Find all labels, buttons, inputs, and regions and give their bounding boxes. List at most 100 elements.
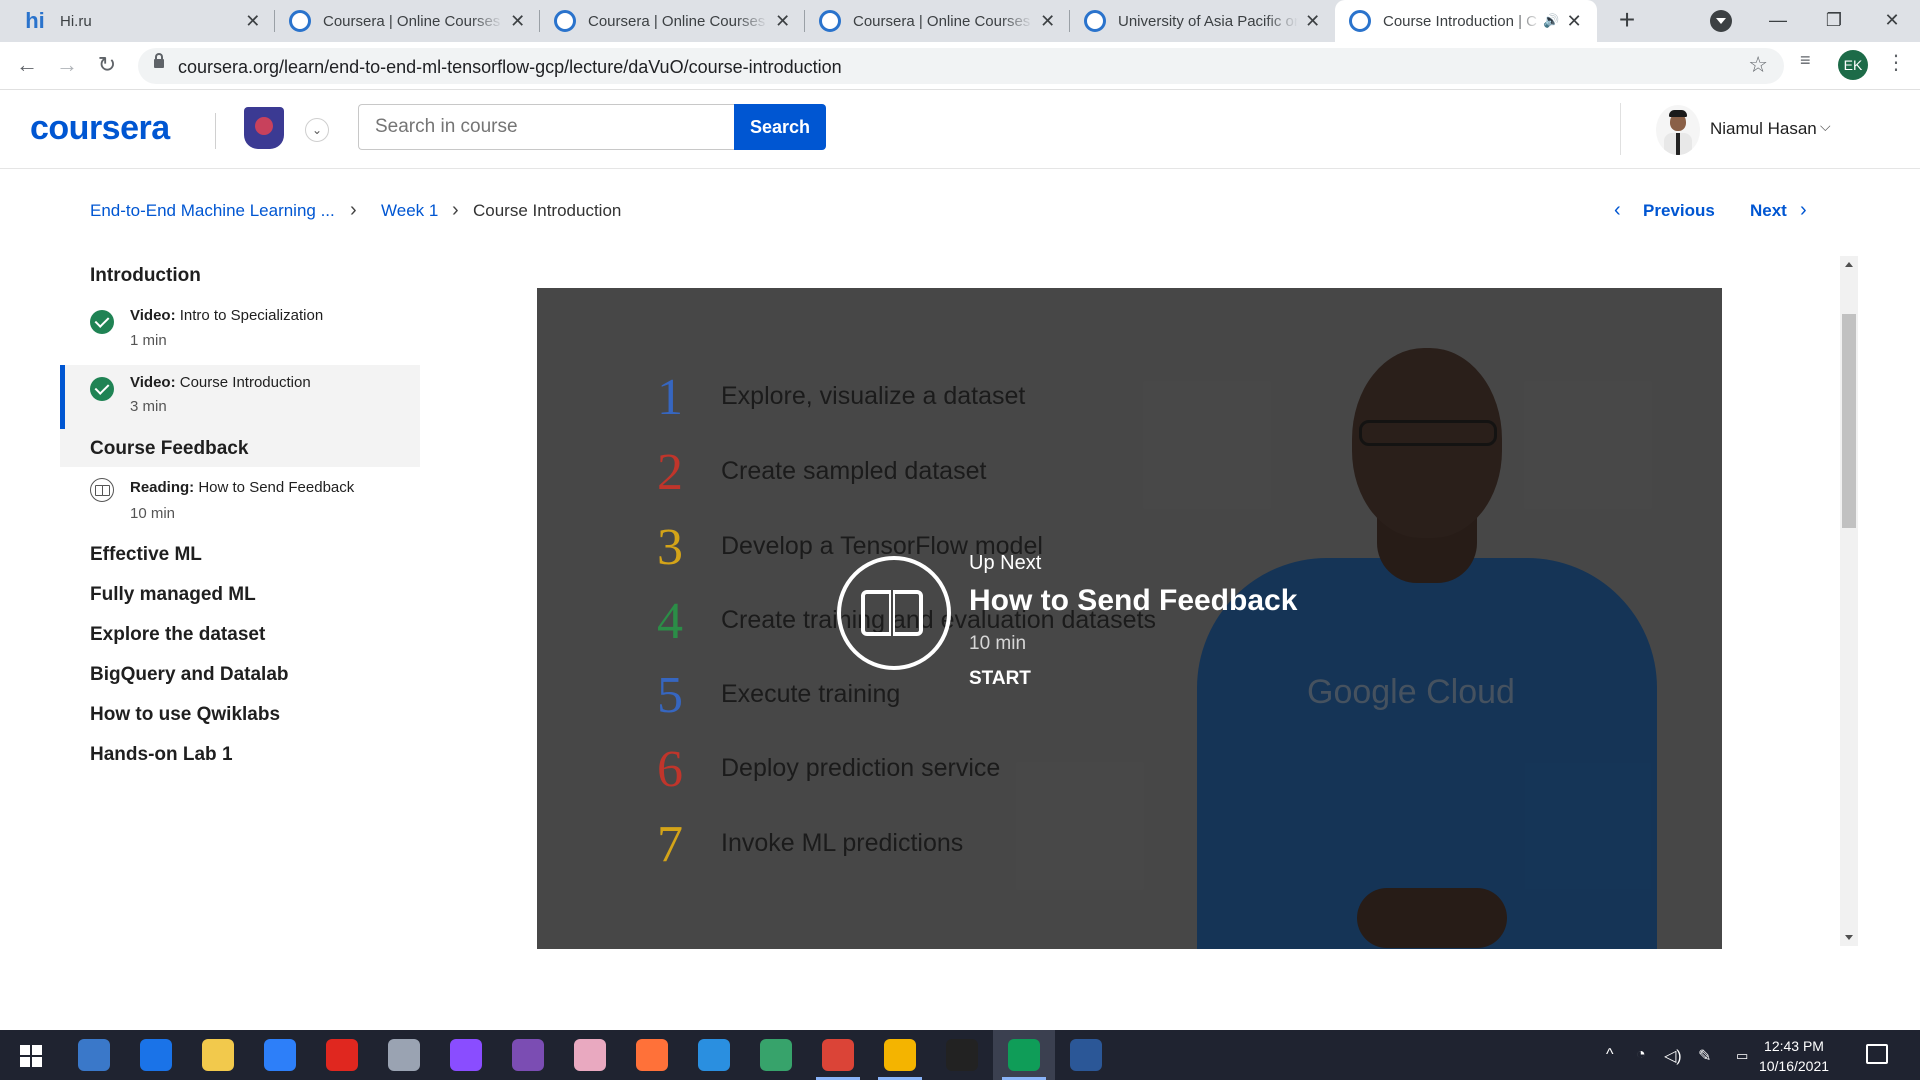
start-pane [20, 1045, 30, 1055]
video-player[interactable]: Google Cloud 1 Explore, visualize a data… [537, 288, 1722, 949]
coursera-icon [1349, 10, 1371, 32]
tab-title: Coursera | Online Courses & Cr [323, 12, 503, 30]
word-icon[interactable] [1070, 1039, 1102, 1071]
qbittorrent-icon[interactable] [78, 1039, 110, 1071]
tab-title: Hi.ru [60, 12, 92, 30]
close-tab-icon[interactable]: ✕ [509, 11, 526, 32]
lock-icon[interactable] [154, 53, 164, 68]
user-avatar[interactable] [1656, 105, 1700, 155]
taskbar-clock[interactable]: 12:43 PM 10/16/2021 [1742, 1036, 1846, 1076]
start-button[interactable]: START [969, 668, 1031, 690]
restore-icon[interactable]: ❐ [1804, 0, 1864, 42]
scrollbar-thumb[interactable] [1842, 314, 1856, 528]
browser-profile-avatar[interactable]: EK [1838, 50, 1868, 80]
browser-tab[interactable]: Coursera | Online Courses & Cr ✕ [540, 0, 805, 42]
search-button[interactable]: Search [734, 104, 826, 150]
scroll-down-arrow-icon[interactable] [1845, 935, 1853, 940]
pen-icon[interactable]: ✎ [1698, 1046, 1711, 1066]
clock-date: 10/16/2021 [1758, 1058, 1830, 1074]
sidebar-item-how-to-send-feedback[interactable]: Reading: How to Send Feedback 10 min [60, 470, 420, 532]
address-bar[interactable]: coursera.org/learn/end-to-end-ml-tensorf… [138, 48, 1784, 84]
chrome-icon[interactable] [822, 1039, 854, 1071]
windows-start-icon[interactable] [20, 1045, 42, 1067]
firefox-icon[interactable] [636, 1039, 668, 1071]
browser-tab[interactable]: Coursera | Online Courses & Cr ✕ [805, 0, 1070, 42]
file-explorer-icon[interactable] [202, 1039, 234, 1071]
notification-icon[interactable] [1866, 1044, 1888, 1064]
page-scrollbar[interactable] [1840, 256, 1858, 946]
show-hidden-icons-icon[interactable]: ^ [1606, 1046, 1614, 1064]
vscode-icon[interactable] [698, 1039, 730, 1071]
module-introduction[interactable]: Introduction [90, 265, 201, 287]
module-course-feedback[interactable]: Course Feedback [90, 438, 248, 460]
github-desktop-icon[interactable] [512, 1039, 544, 1071]
chevron-right-icon[interactable]: › [1800, 199, 1807, 222]
volume-icon[interactable]: ◁) [1664, 1046, 1682, 1066]
chevron-down-icon[interactable]: ⌄ [305, 118, 329, 142]
tab-search-icon[interactable] [1710, 10, 1732, 32]
close-window-icon[interactable]: ✕ [1862, 0, 1920, 42]
paint-app-icon[interactable] [574, 1039, 606, 1071]
mail-icon[interactable] [264, 1039, 296, 1071]
opera-icon[interactable] [326, 1039, 358, 1071]
windows-taskbar: ^ ◔ ◁) ✎ ▭ 12:43 PM 10/16/2021 [0, 1030, 1920, 1080]
close-tab-icon[interactable]: ✕ [245, 11, 261, 32]
close-tab-icon[interactable]: ✕ [1565, 11, 1583, 32]
reading-list-icon[interactable]: ≡ [1800, 50, 1811, 71]
edge-legacy-icon[interactable] [140, 1039, 172, 1071]
item-duration: 3 min [130, 398, 167, 415]
browser-tab-strip: hi Hi.ru ✕ Coursera | Online Courses & C… [0, 0, 1920, 42]
network-icon[interactable]: ◔ [1636, 1046, 1646, 1064]
hi-logo-icon: hi [25, 8, 45, 33]
book-page-right [893, 590, 923, 636]
open-book-icon[interactable] [837, 556, 951, 670]
reload-icon[interactable]: ↻ [92, 50, 122, 80]
satellite-app-icon[interactable] [388, 1039, 420, 1071]
breadcrumb-course[interactable]: End-to-End Machine Learning ... [90, 201, 335, 221]
forward-arrow-icon[interactable]: → [52, 50, 82, 80]
minimize-icon[interactable]: — [1748, 0, 1808, 42]
close-tab-icon[interactable]: ✕ [1039, 11, 1056, 32]
browser-tab-active[interactable]: Course Introduction | C 🔊 ✕ [1335, 0, 1597, 42]
start-pane [20, 1057, 30, 1067]
module-explore-the-dataset[interactable]: Explore the dataset [90, 624, 265, 646]
browser-tab[interactable]: hi Hi.ru ✕ [0, 0, 275, 42]
browser-toolbar: ← → ↻ coursera.org/learn/end-to-end-ml-t… [0, 42, 1920, 90]
chrome-profile-icon[interactable] [884, 1039, 916, 1071]
browser-tab[interactable]: University of Asia Pacific on Co ✕ [1070, 0, 1335, 42]
module-how-to-use-qwiklabs[interactable]: How to use Qwiklabs [90, 704, 280, 726]
coursera-logo[interactable]: coursera [30, 109, 170, 148]
header-divider [1620, 103, 1621, 155]
university-logo[interactable] [244, 107, 284, 149]
messenger-icon[interactable] [450, 1039, 482, 1071]
browser-tab[interactable]: Coursera | Online Courses & Cr ✕ [275, 0, 540, 42]
close-tab-icon[interactable]: ✕ [1304, 11, 1321, 32]
sidebar-item-course-introduction[interactable]: Video: Course Introduction 3 min [60, 365, 420, 429]
new-tab-button[interactable]: + [1612, 6, 1642, 36]
coursera-icon [554, 10, 576, 32]
edge-icon[interactable] [760, 1039, 792, 1071]
user-name[interactable]: Niamul Hasan [1710, 119, 1817, 139]
module-effective-ml[interactable]: Effective ML [90, 544, 202, 566]
url-text[interactable]: coursera.org/learn/end-to-end-ml-tensorf… [178, 57, 842, 78]
terminal-icon[interactable] [946, 1039, 978, 1071]
module-fully-managed-ml[interactable]: Fully managed ML [90, 584, 256, 606]
speaker-icon[interactable]: 🔊 [1543, 13, 1559, 29]
chrome-ek-icon[interactable] [1008, 1039, 1040, 1071]
close-tab-icon[interactable]: ✕ [774, 11, 791, 32]
bookmark-star-icon[interactable]: ☆ [1748, 52, 1768, 78]
back-arrow-icon[interactable]: ← [12, 50, 42, 80]
module-hands-on-lab-1[interactable]: Hands-on Lab 1 [90, 744, 233, 766]
sidebar-item-intro-to-specialization[interactable]: Video: Intro to Specialization 1 min [60, 298, 420, 360]
chevron-down-icon[interactable]: ⌵ [1820, 118, 1831, 135]
coursera-icon [1084, 10, 1106, 32]
chevron-left-icon[interactable]: ‹ [1614, 199, 1621, 222]
course-search-input[interactable] [358, 104, 734, 150]
module-bigquery-and-datalab[interactable]: BigQuery and Datalab [90, 664, 289, 686]
scroll-up-arrow-icon[interactable] [1845, 262, 1853, 267]
breadcrumb-week[interactable]: Week 1 [381, 201, 438, 221]
up-next-title[interactable]: How to Send Feedback [969, 584, 1297, 618]
previous-button[interactable]: Previous [1643, 201, 1715, 221]
browser-menu-icon[interactable]: ⋮ [1886, 50, 1906, 75]
next-button[interactable]: Next [1750, 201, 1787, 221]
